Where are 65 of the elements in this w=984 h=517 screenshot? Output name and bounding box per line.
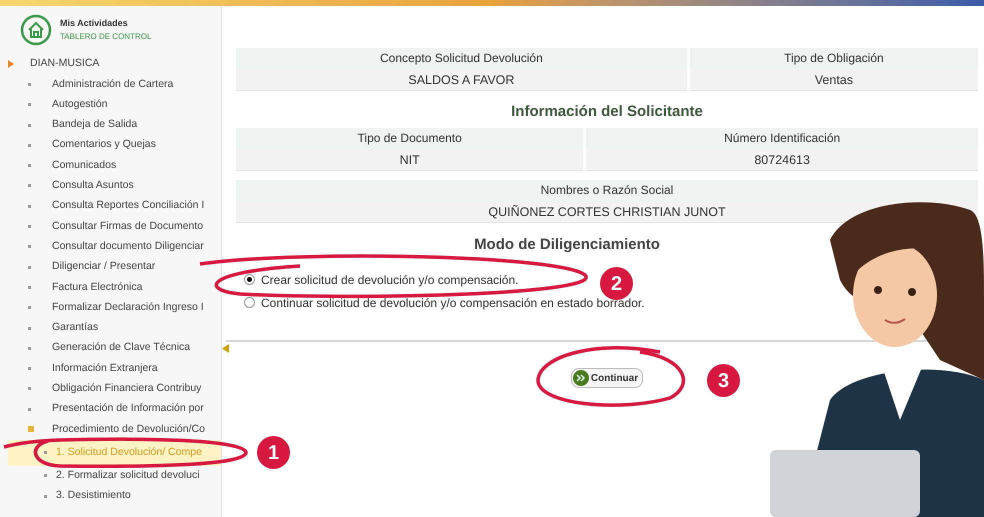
menu-item[interactable]: Obligación Financiera Contribuy (52, 381, 202, 397)
house-icon[interactable] (20, 14, 52, 46)
menu-item[interactable]: Consultar documento Diligenciar (52, 238, 204, 255)
bullet-icon (28, 387, 31, 390)
table-cell: SALDOS A FAVOR (236, 69, 687, 91)
menu-item[interactable]: Información Extranjera (52, 360, 158, 376)
column-header: Tipo de Obligación (690, 48, 978, 69)
bullet-icon (28, 408, 31, 411)
menu-item[interactable]: 3. Desistimiento (56, 488, 131, 504)
menu-item[interactable]: Presentación de Información por (52, 401, 204, 418)
menu-item[interactable]: Factura Electrónica (52, 280, 142, 296)
menu-item[interactable]: Comentarios y Quejas (52, 137, 156, 154)
column-header: Nombres o Razón Social (236, 180, 978, 200)
column-header: Concepto Solicitud Devolución (236, 48, 687, 69)
section-title: Modo de Diligenciamiento (473, 234, 661, 254)
menu-item[interactable]: Autogestión (52, 96, 108, 113)
bullet-icon (28, 266, 31, 269)
header-subtitle: TABLERO DE CONTROL (60, 31, 152, 43)
table-cell: NIT (236, 148, 584, 170)
menu-item[interactable]: Consulta Asuntos (52, 178, 134, 194)
bullet-icon (28, 426, 34, 432)
bullet-icon (28, 103, 31, 106)
bullet-icon (28, 326, 31, 330)
bullet-icon (44, 474, 47, 478)
section-title: Información del Solicitante (510, 102, 704, 122)
bullet-icon (28, 225, 31, 228)
table-cell: 80724613 (586, 148, 978, 170)
bullet-icon (28, 245, 31, 248)
menu-item[interactable]: Garantías (52, 320, 98, 336)
bullet-icon (28, 306, 31, 310)
bullet-icon (28, 367, 31, 370)
bullet-icon (44, 494, 47, 498)
step-number-badge: 3 (707, 364, 740, 397)
forward-icon (572, 370, 589, 386)
menu-item[interactable]: DIAN-MUSICA (30, 56, 100, 72)
menu-item[interactable]: Consulta Reportes Conciliación I (52, 198, 204, 214)
menu-item[interactable]: Diligenciar / Presentar (52, 259, 156, 275)
menu-item[interactable]: Administración de Cartera (52, 76, 174, 92)
continue-button[interactable]: Continuar (570, 368, 644, 388)
table-cell: Ventas (690, 69, 978, 91)
bullet-icon (28, 286, 31, 289)
radio-label: Crear solicitud de devolución y/o compensación. (261, 272, 518, 288)
menu-item[interactable]: Formalizar Declaración Ingreso I (52, 300, 204, 316)
menu-item[interactable]: Bandeja de Salida (52, 117, 138, 133)
radio-button[interactable] (244, 297, 255, 308)
step-number-badge: 1 (257, 436, 290, 469)
column-header: Número Identificación (586, 128, 978, 148)
bullet-icon (28, 164, 31, 168)
menu-item[interactable]: Procedimiento de Devolución/Co (52, 422, 205, 438)
bullet-icon (8, 60, 14, 68)
radio-button[interactable] (244, 274, 255, 285)
bullet-icon (28, 124, 31, 127)
bullet-icon (28, 204, 31, 208)
step-number-badge: 2 (600, 267, 633, 300)
bullet-icon (28, 184, 31, 188)
menu-item[interactable]: Comunicados (52, 158, 116, 174)
bullet-icon (44, 451, 47, 454)
bullet-icon (28, 144, 31, 147)
header-title: Mis Actividades (60, 17, 129, 30)
bullet-icon (28, 82, 31, 86)
menu-item[interactable]: 2. Formalizar solicitud devoluci (56, 468, 200, 484)
bullet-icon (28, 346, 31, 350)
menu-item[interactable]: Generación de Clave Técnica (52, 340, 190, 356)
column-header: Tipo de Documento (236, 128, 584, 148)
menu-item[interactable]: Consultar Firmas de Documento (52, 218, 204, 234)
